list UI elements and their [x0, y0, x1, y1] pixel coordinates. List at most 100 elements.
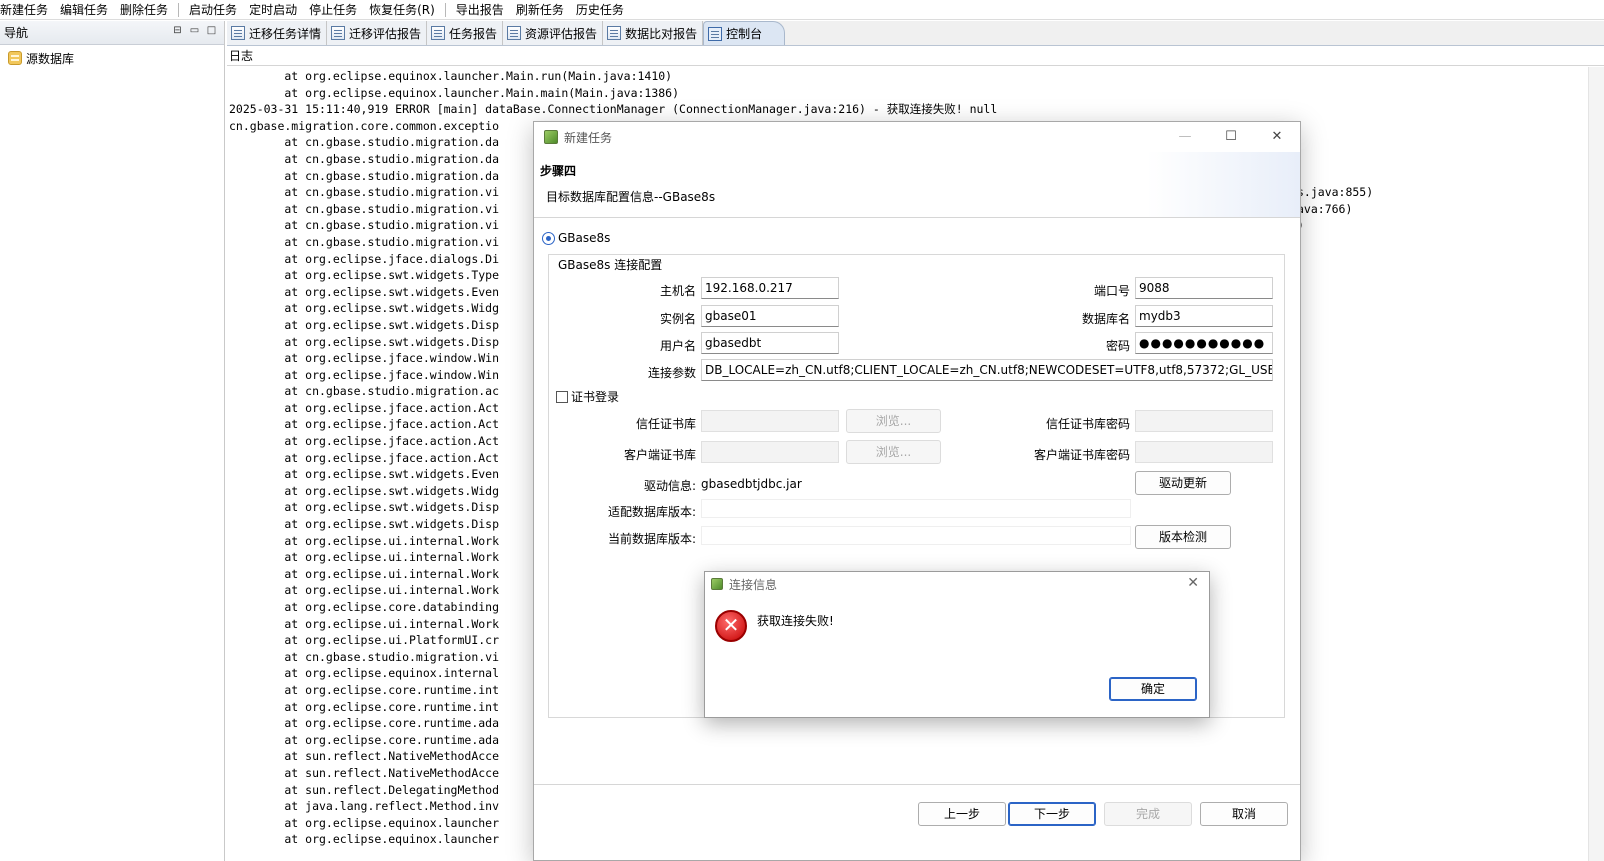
dbname-label: 数据库名 [1081, 312, 1130, 326]
collapse-all-icon[interactable]: ⊟ [171, 25, 184, 38]
log-line-overflow: s.java:855) [1297, 185, 1374, 199]
toolbar-refresh-task[interactable]: 刷新任务 [510, 0, 570, 20]
trust-store-password-label: 信任证书库密码 [1045, 417, 1130, 431]
client-store-password-label: 客户端证书库密码 [1033, 448, 1130, 462]
toolbar-edit-task[interactable]: 编辑任务 [54, 0, 114, 20]
prev-step-button[interactable]: 上一步 [918, 802, 1006, 826]
client-store-input[interactable] [701, 441, 839, 463]
toolbar-delete-task[interactable]: 删除任务 [114, 0, 174, 20]
group-title: GBase8s 连接配置 [556, 256, 665, 273]
toolbar-export-report[interactable]: 导出报告 [450, 0, 510, 20]
trust-store-input[interactable] [701, 410, 839, 432]
checkbox-icon [556, 390, 568, 403]
close-icon[interactable]: ✕ [1187, 575, 1199, 591]
dialog-title: 新建任务 [564, 130, 613, 145]
params-input[interactable]: DB_LOCALE=zh_CN.utf8;CLIENT_LOCALE=zh_CN… [701, 359, 1273, 381]
log-line: at org.eclipse.equinox.launcher.Main.mai… [229, 85, 680, 100]
tab-label: 迁移任务详情 [249, 26, 322, 41]
trust-store-password-input[interactable] [1135, 410, 1273, 432]
tab-task-report[interactable]: 任务报告 [427, 21, 504, 45]
client-store-password-input[interactable] [1135, 441, 1273, 463]
cert-login-checkbox[interactable]: 证书登录 [556, 388, 619, 405]
radio-selected-icon [542, 231, 555, 245]
toolbar-stop-task[interactable]: 停止任务 [303, 0, 363, 20]
editor-tabs: 迁移任务详情 迁移评估报告 任务报告 资源评估报告 数据比对报告 控制台 [227, 21, 1604, 46]
ok-button[interactable]: 确定 [1109, 677, 1197, 701]
log-line-overflow: ava:766) [1297, 201, 1353, 216]
radio-label: GBase8s [558, 231, 611, 245]
step-description: 目标数据库配置信息--GBase8s [546, 190, 716, 204]
maximize-icon[interactable]: ☐ [1208, 122, 1254, 150]
log-line-overflow: ) [1297, 217, 1373, 234]
port-input[interactable]: 9088 [1135, 277, 1273, 299]
log-line: 2025-03-31 15:11:40,919 ERROR [main] dat… [229, 102, 998, 117]
instance-label: 实例名 [659, 312, 696, 326]
params-label: 连接参数 [647, 366, 696, 380]
toolbar-new-task[interactable]: 新建任务 [0, 0, 54, 20]
tab-label: 资源评估报告 [525, 26, 598, 41]
host-label: 主机名 [659, 284, 696, 298]
version-check-button[interactable]: 版本检测 [1135, 525, 1231, 549]
log-line: at org.eclipse.equinox.launcher.Main.run… [229, 69, 673, 83]
next-step-button[interactable]: 下一步 [1008, 802, 1096, 826]
connection-error-dialog: 连接信息 ✕ ✕ 获取连接失败! 确定 [704, 571, 1210, 718]
close-icon[interactable]: ✕ [1254, 122, 1300, 150]
adapt-version-label: 适配数据库版本: [607, 505, 696, 519]
app-icon [544, 130, 558, 144]
adapt-version-value [701, 499, 1131, 518]
tab-label: 任务报告 [449, 26, 498, 41]
client-store-label: 客户端证书库 [623, 448, 696, 462]
toolbar-resume-task[interactable]: 恢复任务(R) [363, 0, 441, 20]
current-version-value [701, 526, 1131, 545]
navigation-title: 导航 [4, 26, 29, 40]
error-message: 获取连接失败! [757, 614, 834, 628]
gbase8s-radio[interactable]: GBase8s [542, 231, 610, 245]
error-icon: ✕ [715, 610, 747, 642]
password-label: 密码 [1105, 339, 1130, 353]
tab-label: 控制台 [726, 27, 763, 41]
tab-label: 迁移评估报告 [349, 26, 422, 41]
checkbox-label: 证书登录 [571, 390, 620, 404]
username-input[interactable]: gbasedbt [701, 332, 839, 354]
console-log-label: 日志 [227, 47, 1604, 66]
driver-value: gbasedbtjdbc.jar [701, 477, 802, 491]
maximize-icon[interactable]: □ [205, 25, 218, 38]
console-log-overflow-text: s.java:855) ava:766)) [1297, 184, 1373, 234]
dbname-input[interactable]: mydb3 [1135, 305, 1273, 327]
footer-divider [534, 784, 1300, 785]
minimize-icon[interactable]: ▭ [188, 25, 201, 38]
trust-store-label: 信任证书库 [635, 417, 696, 431]
toolbar-history-task[interactable]: 历史任务 [570, 0, 630, 20]
error-dialog-title: 连接信息 [729, 577, 778, 592]
client-store-browse-button[interactable]: 浏览... [846, 440, 941, 464]
driver-update-button[interactable]: 驱动更新 [1135, 471, 1231, 495]
toolbar-start-task[interactable]: 启动任务 [183, 0, 243, 20]
navigation-panel: 导航 ⊟ ▭ □ 源数据库 [0, 21, 225, 861]
report-icon [607, 26, 622, 40]
step-title: 步骤四 [540, 164, 577, 178]
tab-data-comparison-report[interactable]: 数据比对报告 [603, 21, 704, 45]
report-icon [507, 26, 522, 40]
tab-migration-assessment-report[interactable]: 迁移评估报告 [327, 21, 428, 45]
username-label: 用户名 [659, 339, 696, 353]
password-input[interactable]: ●●●●●●●●●●● [1135, 332, 1273, 354]
trust-store-browse-button[interactable]: 浏览... [846, 409, 941, 433]
current-version-label: 当前数据库版本: [607, 532, 696, 546]
host-input[interactable]: 192.168.0.217 [701, 277, 839, 299]
console-scrollbar[interactable] [1588, 67, 1604, 861]
cancel-button[interactable]: 取消 [1200, 802, 1288, 826]
finish-button[interactable]: 完成 [1104, 802, 1192, 826]
dialog-titlebar: 新建任务 — ☐ ✕ [534, 122, 1300, 152]
tab-label: 数据比对报告 [625, 26, 698, 41]
tab-resource-assessment-report[interactable]: 资源评估报告 [503, 21, 604, 45]
tree-item-source-db[interactable]: 源数据库 [0, 48, 224, 68]
minimize-icon[interactable]: — [1162, 122, 1208, 150]
main-toolbar: 新建任务 编辑任务 删除任务 启动任务 定时启动 停止任务 恢复任务(R) 导出… [0, 0, 1604, 20]
tab-console[interactable]: 控制台 [703, 21, 786, 45]
tab-migration-task-detail[interactable]: 迁移任务详情 [227, 21, 328, 45]
error-dialog-titlebar: 连接信息 [705, 572, 1209, 596]
toolbar-schedule-start[interactable]: 定时启动 [243, 0, 303, 20]
navigation-header: 导航 ⊟ ▭ □ [0, 21, 224, 45]
tree-item-label: 源数据库 [26, 51, 75, 66]
instance-input[interactable]: gbase01 [701, 305, 839, 327]
